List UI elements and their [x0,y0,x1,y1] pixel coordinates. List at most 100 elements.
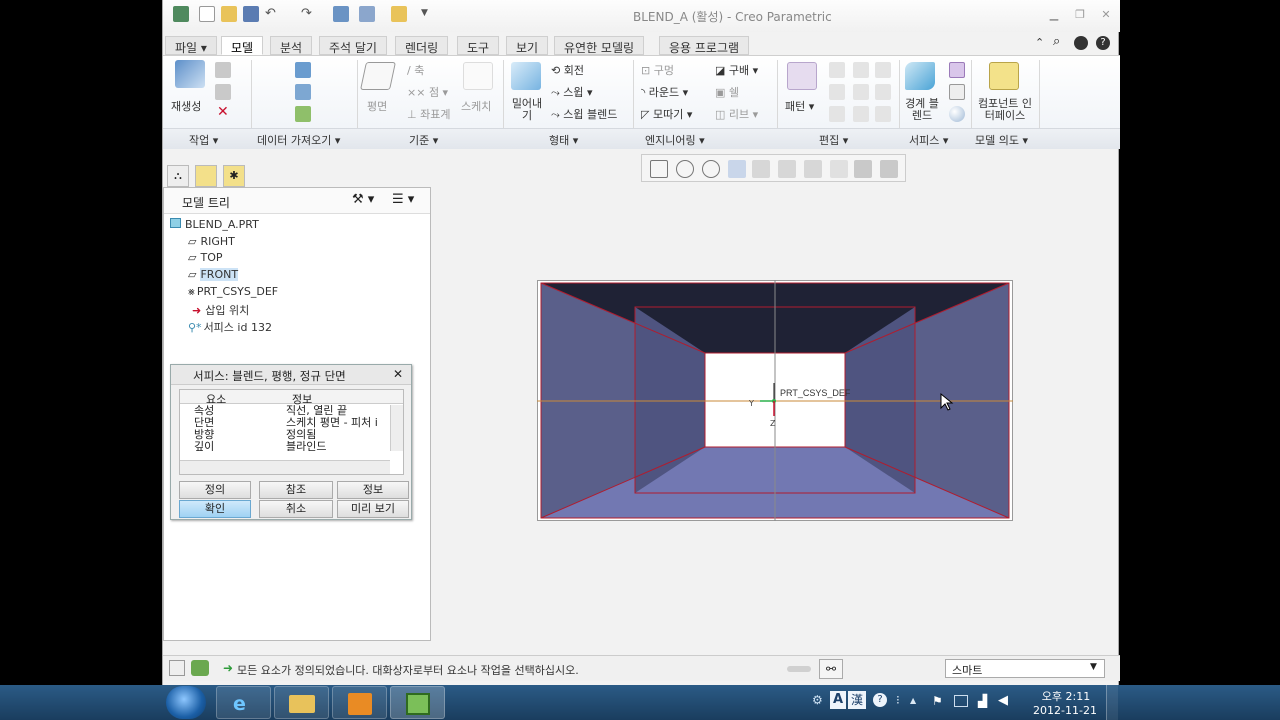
boundary-blend-label[interactable]: 경계 블렌드 [901,98,943,122]
redo-icon[interactable]: ↷ [301,6,312,21]
point-label[interactable]: 점 [429,86,439,99]
taskbar-outlook-button[interactable] [332,686,387,719]
repaint-icon[interactable] [728,160,746,178]
favorites-tab-icon[interactable]: ✱ [223,165,245,187]
show-desktop-button[interactable] [1106,685,1118,720]
shell-label[interactable]: 쉘 [729,86,739,99]
settings-icon[interactable]: ⚒ ▾ [352,192,374,207]
group-datum[interactable]: 기준 [409,134,429,147]
pattern-icon[interactable] [787,62,817,90]
datum-display-icon[interactable] [854,160,872,178]
delete-icon[interactable]: ✕ [217,104,229,120]
saved-views-icon[interactable] [778,160,796,178]
clock-time[interactable]: 오후 2:11 [1040,688,1092,704]
group-engineering[interactable]: 엔지니어링 [645,134,696,147]
selection-filter-select[interactable]: 스마트 ▼ [945,659,1105,678]
graphics-window[interactable]: Y Z PRT_CSYS_DEF [537,280,1013,521]
table-row[interactable]: 깊이 [194,441,214,452]
fill-icon[interactable] [949,84,965,100]
horizontal-scrollbar[interactable] [180,460,390,474]
refs-button[interactable]: 참조 [259,481,333,499]
tree-item-surface[interactable]: ⚲* 서피스 id 132 [188,319,272,336]
swept-blend-label[interactable]: 스윕 블렌드 [563,108,617,121]
browser-toggle-icon[interactable] [191,660,209,676]
csys-label[interactable]: 좌표계 [420,108,450,121]
open-folder-icon[interactable] [221,6,237,22]
user-defined-feature-icon[interactable] [295,62,311,78]
define-button[interactable]: 정의 [179,481,251,499]
offset-icon[interactable] [853,84,869,100]
copy-icon[interactable] [215,62,231,78]
show-icon[interactable]: ☰ ▾ [392,192,414,207]
ime-icon[interactable]: ⚙ [812,693,823,707]
start-button[interactable] [166,686,206,719]
sketch-icon[interactable] [463,62,493,90]
restore-icon[interactable]: ❐ [1073,8,1087,22]
group-editing[interactable]: 편집 [819,134,839,147]
folder-browser-tab-icon[interactable] [195,165,217,187]
tree-item-csys[interactable]: ⨳ PRT_CSYS_DEF [188,285,278,302]
model-tree-tab-icon[interactable]: ⛬ [167,165,189,187]
tab-render[interactable]: 렌더링 [395,36,449,55]
pattern-label[interactable]: 패턴 [785,100,805,113]
extend-icon[interactable] [853,62,869,78]
ime-help-icon[interactable]: ? [873,693,887,707]
paste-icon[interactable] [215,84,231,100]
ime-lang-indicator[interactable]: A [830,691,846,709]
mirror-icon[interactable] [829,62,845,78]
shrinkwrap-icon[interactable] [295,106,311,122]
axis-label[interactable]: 축 [414,64,424,77]
chamfer-label[interactable]: 모따기 [653,108,683,121]
revolve-label[interactable]: 회전 [564,64,584,77]
new-file-icon[interactable] [199,6,215,22]
extrude-icon[interactable] [511,62,541,90]
help-icon[interactable]: ? [1096,36,1110,50]
collapse-ribbon-icon[interactable]: ⌃ [1035,36,1044,49]
tree-item-part[interactable]: BLEND_A.PRT [170,218,259,235]
group-surfaces[interactable]: 서피스 [909,134,939,147]
ime-options-icon[interactable]: ⁝ [896,693,900,707]
taskbar-explorer-button[interactable] [274,686,329,719]
quick-access-menu-icon[interactable]: ▼ [421,8,428,18]
find-icon[interactable]: ⚯ [819,659,843,679]
group-model-intent[interactable]: 모델 의도 [975,134,1019,147]
taskbar-creo-button[interactable] [390,686,445,719]
tab-tools[interactable]: 도구 [457,36,500,55]
hole-label[interactable]: 구멍 [654,64,674,77]
annotation-display-icon[interactable] [880,160,898,178]
close-icon[interactable]: ✕ [1099,8,1113,22]
refit-icon[interactable] [650,160,668,178]
info-button[interactable]: 정보 [337,481,409,499]
plane-label[interactable]: 평면 [367,98,387,114]
network-icon[interactable]: ▟ [978,694,987,708]
freestyle-icon[interactable] [949,62,965,78]
tab-view[interactable]: 보기 [506,36,549,55]
round-label[interactable]: 라운드 [649,86,679,99]
thicken-icon[interactable] [829,106,845,122]
ime-hanja-indicator[interactable]: 漢 [848,691,866,709]
tree-item-right[interactable]: ▱ RIGHT [188,235,235,252]
plane-icon[interactable] [360,62,396,90]
preview-button[interactable]: 미리 보기 [337,500,409,518]
solidify-icon[interactable] [853,106,869,122]
sweep-label[interactable]: 스윕 [563,86,583,99]
tab-applications[interactable]: 응용 프로그램 [659,36,750,55]
nav-toggle-icon[interactable] [169,660,185,676]
volume-icon[interactable]: ◀ [998,693,1008,708]
undo-icon[interactable]: ↶ [265,6,276,21]
tab-model[interactable]: 모델 [221,36,264,55]
draft-label[interactable]: 구배 [729,64,749,77]
tree-item-top[interactable]: ▱ TOP [188,251,222,268]
merge-icon[interactable] [829,84,845,100]
action-center-flag-icon[interactable]: ⚑ [932,694,943,708]
display-icon[interactable] [954,695,968,707]
extrude-label[interactable]: 밀어내기 [509,98,545,122]
tab-flexible-modeling[interactable]: 유연한 모델링 [554,36,645,55]
component-interface-icon[interactable] [989,62,1019,90]
regenerate-small-icon[interactable] [333,6,349,22]
group-get-data[interactable]: 데이터 가져오기 [257,134,331,147]
tray-expand-icon[interactable]: ▲ [910,696,916,705]
zoom-in-icon[interactable] [676,160,694,178]
tab-file[interactable]: 파일 ▾ [165,36,217,55]
community-icon[interactable] [1074,36,1088,50]
